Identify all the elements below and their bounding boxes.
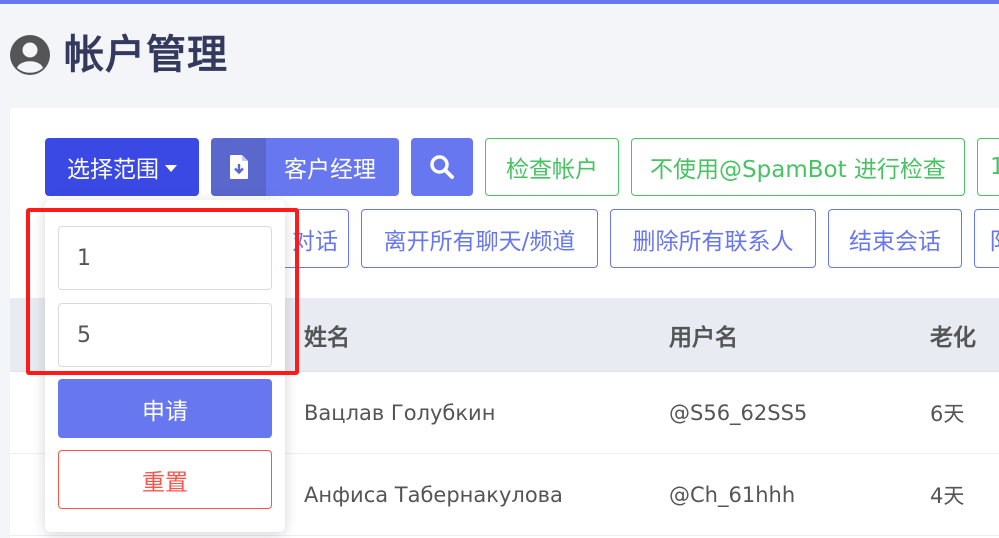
select-range-label: 选择范围 (67, 157, 159, 183)
cut-off-button-2[interactable]: 阝 (974, 209, 999, 268)
user-circle-icon (10, 35, 50, 75)
check-accounts-button[interactable]: 检查帐户 (485, 138, 619, 196)
caret-down-icon (165, 164, 177, 172)
column-header-aging[interactable]: 老化 (930, 298, 976, 372)
spambot-check-button[interactable]: 不使用@SpamBot 进行检查 (631, 138, 965, 196)
cut-off-button[interactable]: 1 (977, 138, 999, 196)
delete-all-contacts-button[interactable]: 删除所有联系人 (610, 209, 816, 268)
cell-name: Анфиса Табернакулова (304, 483, 563, 507)
cell-username: @S56_62SS5 (669, 401, 808, 425)
cell-name: Вацлав Голубкин (304, 401, 496, 425)
apply-button[interactable]: 申请 (58, 379, 272, 438)
cell-username: @Ch_61hhh (669, 483, 796, 507)
account-manager-label: 客户经理 (284, 157, 376, 183)
search-button[interactable] (411, 138, 473, 196)
page-title: 帐户管理 (64, 32, 228, 78)
column-header-name[interactable]: 姓名 (304, 298, 350, 372)
cell-aging: 6天 (930, 402, 965, 426)
file-download-icon (211, 138, 266, 196)
page-header: 帐户管理 (10, 28, 228, 82)
end-session-button[interactable]: 结束会话 (828, 209, 962, 268)
account-manager-button[interactable]: 客户经理 (211, 138, 399, 196)
search-icon (430, 155, 454, 179)
column-header-username[interactable]: 用户名 (669, 298, 738, 372)
top-accent-bar (0, 0, 999, 4)
cell-aging: 4天 (930, 484, 965, 508)
reset-button[interactable]: 重置 (58, 450, 272, 509)
highlight-annotation-box (26, 208, 299, 375)
select-range-button[interactable]: 选择范围 (45, 138, 199, 196)
leave-all-chats-button[interactable]: 离开所有聊天/频道 (361, 209, 598, 268)
